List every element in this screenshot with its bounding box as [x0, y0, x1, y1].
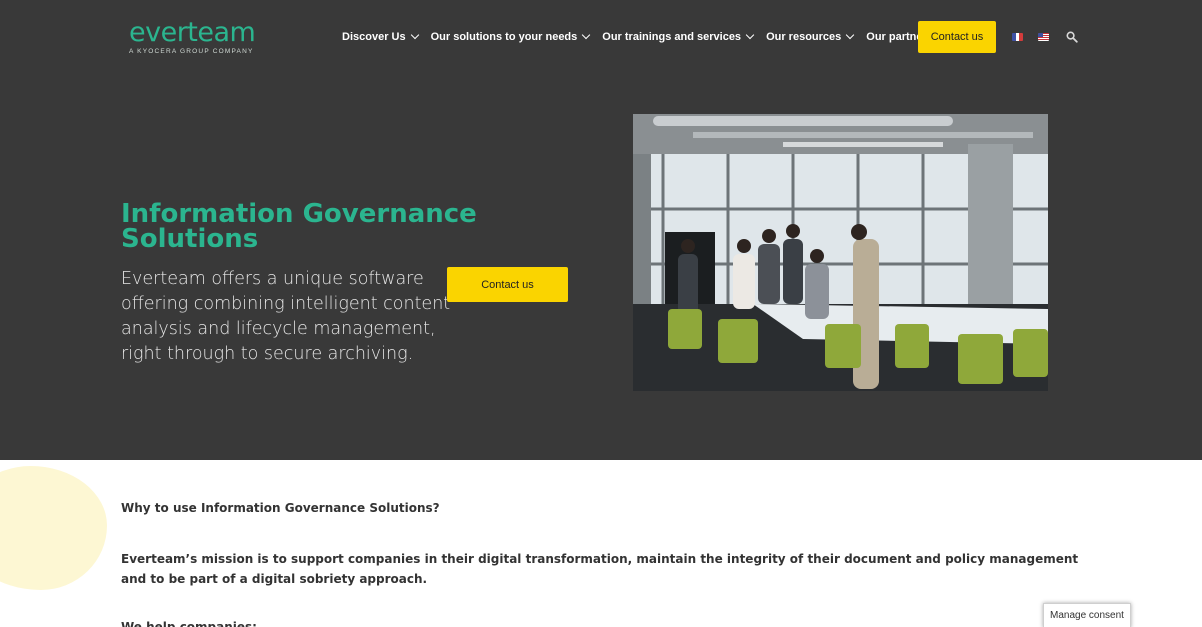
logo-wordmark: everteam — [129, 17, 256, 48]
chevron-down-icon — [745, 30, 755, 40]
nav-item-label: Discover Us — [342, 31, 406, 43]
nav-item-discover-us[interactable]: Discover Us — [342, 30, 419, 43]
nav-item-label: Our trainings and services — [602, 31, 742, 43]
help-intro-text: We help companies: — [121, 620, 257, 627]
manage-consent-button[interactable]: Manage consent — [1043, 603, 1131, 627]
chevron-down-icon — [410, 30, 419, 40]
logo-tagline: A KYOCERA GROUP COMPANY — [129, 48, 254, 55]
nav-item-label: Our resources — [766, 31, 842, 43]
mission-text: Everteam’s mission is to support compani… — [121, 552, 1079, 586]
decorative-blob — [0, 466, 107, 590]
everteam-logo[interactable]: everteam A KYOCERA GROUP COMPANY — [129, 17, 256, 56]
nav-contact-button[interactable]: Contact us — [918, 21, 996, 53]
hero-title: Information Governance Solutions — [121, 199, 477, 254]
main-nav: Discover Us Our solutions to your needs … — [342, 28, 946, 46]
chevron-down-icon — [846, 30, 855, 40]
hero-contact-button[interactable]: Contact us — [447, 267, 568, 302]
nav-item-trainings[interactable]: Our trainings and services — [602, 30, 755, 43]
fr-flag-icon[interactable] — [1012, 33, 1023, 41]
search-icon[interactable] — [1066, 31, 1078, 43]
chevron-down-icon — [582, 30, 591, 40]
section-question: Why to use Information Governance Soluti… — [121, 501, 440, 515]
us-flag-icon[interactable] — [1038, 33, 1049, 41]
nav-item-resources[interactable]: Our resources — [766, 30, 855, 43]
meeting-photo — [633, 114, 1048, 391]
nav-item-solutions[interactable]: Our solutions to your needs — [430, 30, 591, 43]
nav-item-label: Our solutions to your needs — [430, 31, 578, 43]
hero-description: Everteam offers a unique software offeri… — [121, 269, 451, 364]
